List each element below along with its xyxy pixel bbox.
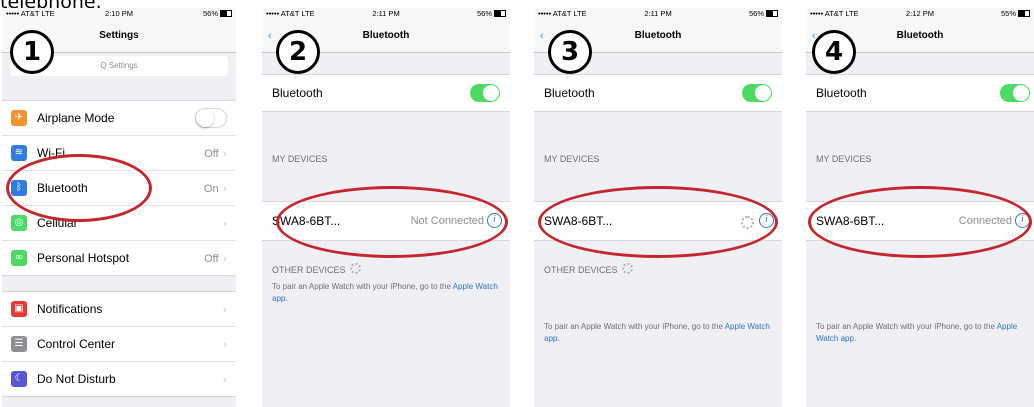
battery-indicator: 55%: [1001, 9, 1030, 18]
loading-spinner-icon: [349, 263, 361, 274]
loading-spinner-icon: [621, 263, 633, 274]
row-label: Do Not Disturb: [37, 372, 116, 386]
phone-screen-bluetooth-not-connected: ••••• AT&T LTE 2:11 PM 56% ‹ Bluetooth B…: [262, 8, 510, 407]
clock: 2:11 PM: [372, 9, 400, 18]
settings-row-notifications[interactable]: ▣ Notifications ›: [2, 292, 236, 327]
notifications-icon: ▣: [11, 301, 27, 317]
step-number-badge: 3: [548, 30, 592, 74]
pairing-help: To pair an Apple Watch with your iPhone,…: [272, 281, 500, 305]
battery-icon: [1018, 10, 1030, 17]
clock: 2:10 PM: [105, 9, 133, 18]
battery-icon: [220, 10, 232, 17]
step-number-badge: 2: [276, 30, 320, 74]
other-devices-header: OTHER DEVICES: [544, 262, 633, 275]
settings-group-system: ▣ Notifications › ☰ Control Center › ☾ D…: [2, 291, 236, 397]
hotspot-icon: ∞: [11, 250, 27, 266]
chevron-right-icon: ›: [222, 251, 227, 265]
airplane-mode-toggle[interactable]: [195, 108, 227, 128]
help-text: To pair an Apple Watch with your iPhone,…: [272, 282, 451, 291]
row-value: Off: [204, 147, 219, 160]
battery-percent: 56%: [202, 9, 218, 18]
battery-icon: [494, 10, 506, 17]
battery-indicator: 56%: [749, 9, 778, 18]
row-label: Personal Hotspot: [37, 251, 130, 265]
help-text: To pair an Apple Watch with your iPhone,…: [816, 322, 995, 331]
bluetooth-label: Bluetooth: [272, 86, 323, 100]
step-number-badge: 1: [10, 30, 54, 74]
battery-percent: 55%: [1000, 9, 1016, 18]
phone-screen-settings: ••••• AT&T LTE 2:10 PM 56% Settings Q Se…: [2, 8, 236, 407]
row-label: Airplane Mode: [37, 111, 115, 125]
settings-row-airplane-mode[interactable]: ✈ Airplane Mode: [2, 101, 236, 136]
moon-icon: ☾: [11, 371, 27, 387]
chevron-right-icon: ›: [222, 302, 227, 316]
chevron-right-icon: ›: [222, 216, 227, 230]
row-value: Off: [204, 252, 219, 265]
settings-row-personal-hotspot[interactable]: ∞ Personal Hotspot Off ›: [2, 241, 236, 275]
bluetooth-toggle[interactable]: [470, 84, 500, 102]
battery-indicator: 56%: [477, 9, 506, 18]
battery-percent: 56%: [476, 9, 492, 18]
status-bar: ••••• AT&T LTE 2:11 PM 56%: [262, 8, 510, 20]
settings-row-do-not-disturb[interactable]: ☾ Do Not Disturb ›: [2, 362, 236, 396]
row-label: Notifications: [37, 302, 103, 316]
highlight-ring: [808, 186, 1032, 258]
chevron-right-icon: ›: [222, 146, 227, 160]
phone-screen-bluetooth-connecting: ••••• AT&T LTE 2:11 PM 56% ‹ Bluetooth B…: [534, 8, 782, 407]
clock: 2:11 PM: [644, 9, 672, 18]
other-devices-label: OTHER DEVICES: [272, 265, 346, 275]
chevron-right-icon: ›: [222, 181, 227, 195]
wifi-icon: ≋: [11, 145, 27, 161]
highlight-ring: [276, 186, 508, 258]
my-devices-header: MY DEVICES: [816, 154, 872, 164]
other-devices-header: OTHER DEVICES: [272, 262, 361, 275]
my-devices-header: MY DEVICES: [272, 154, 328, 164]
control-center-icon: ☰: [11, 336, 27, 352]
battery-icon: [766, 10, 778, 17]
bluetooth-toggle[interactable]: [1000, 84, 1030, 102]
chevron-right-icon: ›: [222, 337, 227, 351]
row-label: Control Center: [37, 337, 116, 351]
status-bar: ••••• AT&T LTE 2:12 PM 55%: [806, 8, 1034, 20]
battery-percent: 56%: [748, 9, 764, 18]
bluetooth-label: Bluetooth: [816, 86, 867, 100]
my-devices-header: MY DEVICES: [544, 154, 600, 164]
bluetooth-toggle-row: Bluetooth: [806, 74, 1034, 112]
settings-row-control-center[interactable]: ☰ Control Center ›: [2, 327, 236, 362]
chevron-right-icon: ›: [222, 372, 227, 386]
cellular-icon: ◎: [11, 215, 27, 231]
airplane-icon: ✈: [11, 110, 27, 126]
row-value: On: [203, 182, 219, 195]
help-text: To pair an Apple Watch with your iPhone,…: [544, 322, 723, 331]
highlight-ring: [6, 154, 152, 222]
status-bar: ••••• AT&T LTE 2:10 PM 56%: [2, 8, 236, 20]
phone-screen-bluetooth-connected: ••••• AT&T LTE 2:12 PM 55% ‹ Bluetooth B…: [806, 8, 1034, 407]
bluetooth-label: Bluetooth: [544, 86, 595, 100]
pairing-help: To pair an Apple Watch with your iPhone,…: [544, 321, 772, 345]
clock: 2:12 PM: [906, 9, 934, 18]
step-number-badge: 4: [812, 30, 856, 74]
bluetooth-toggle[interactable]: [742, 84, 772, 102]
status-bar: ••••• AT&T LTE 2:11 PM 56%: [534, 8, 782, 20]
bluetooth-toggle-row: Bluetooth: [534, 74, 782, 112]
highlight-ring: [538, 186, 778, 258]
other-devices-label: OTHER DEVICES: [544, 265, 618, 275]
pairing-help: To pair an Apple Watch with your iPhone,…: [816, 321, 1024, 345]
battery-indicator: 56%: [203, 9, 232, 18]
bluetooth-toggle-row: Bluetooth: [262, 74, 510, 112]
